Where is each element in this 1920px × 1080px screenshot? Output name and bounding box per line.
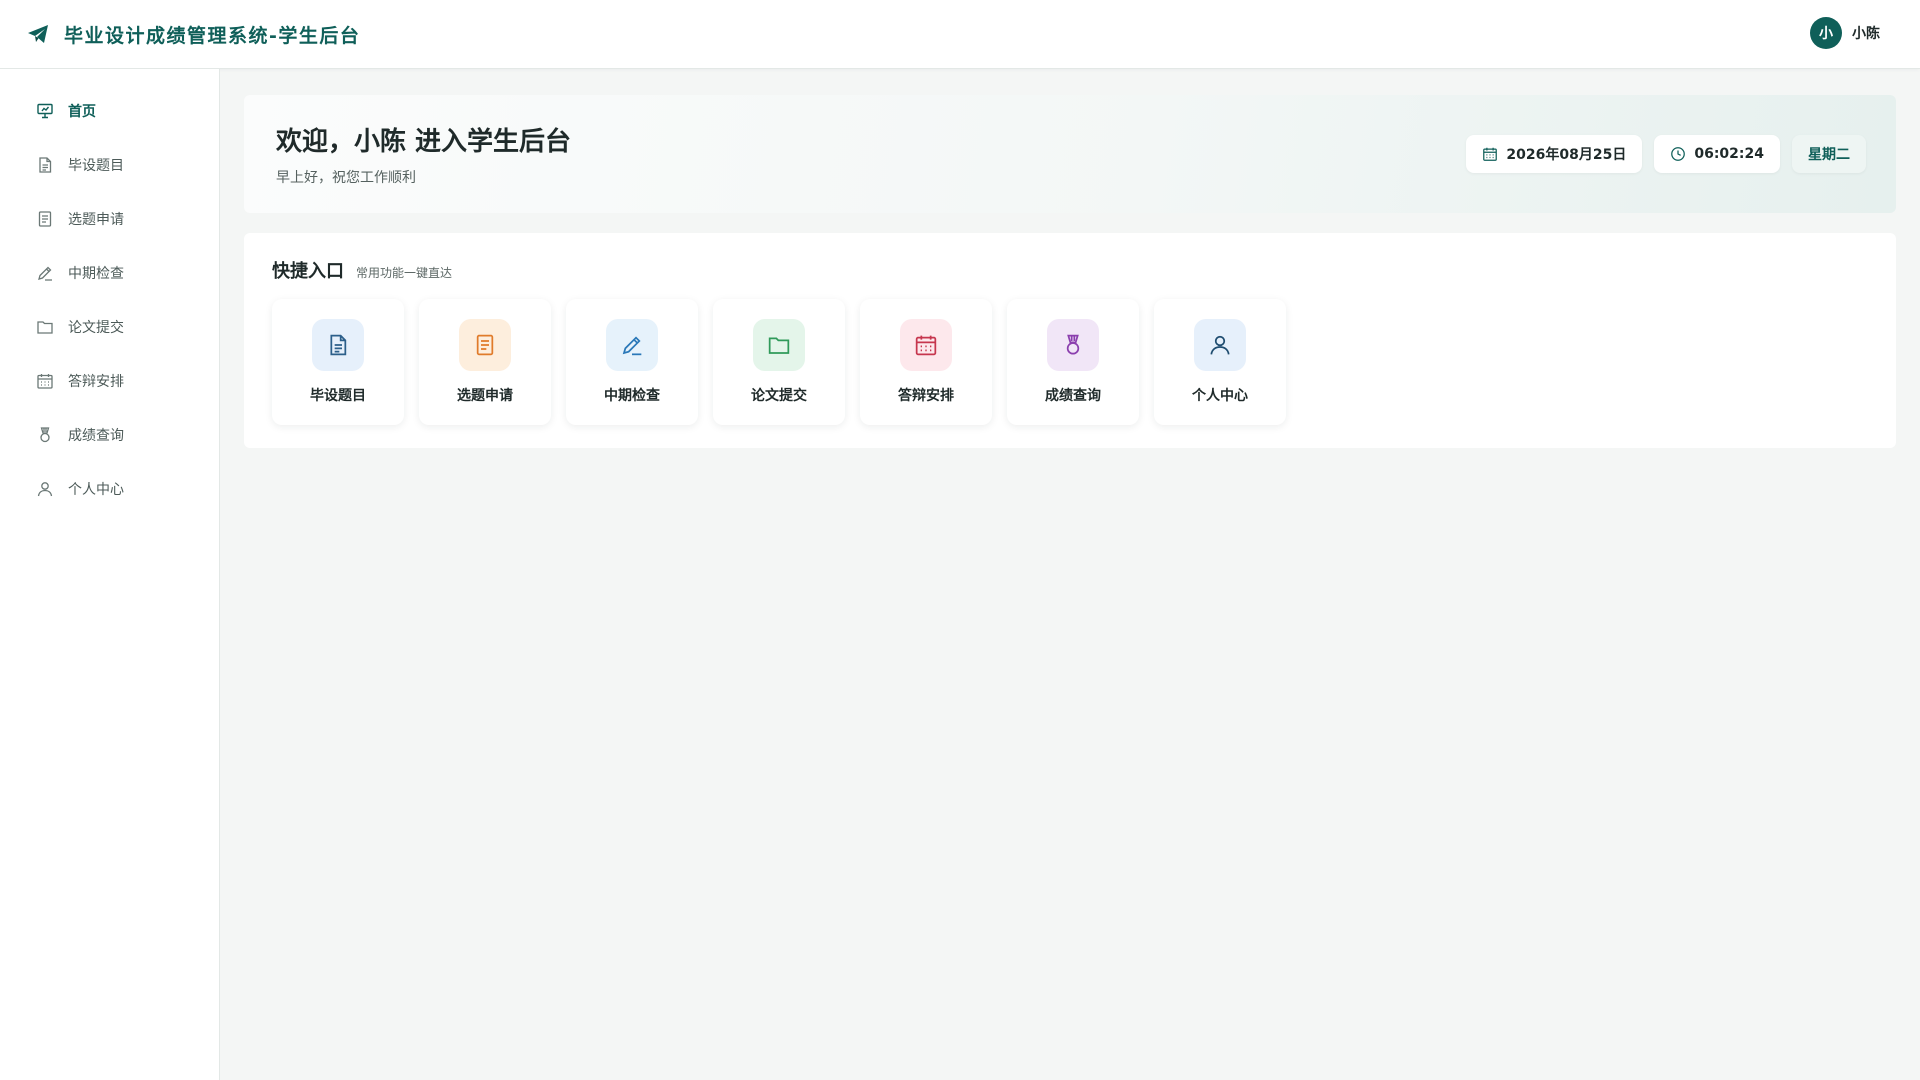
quick-tile-application[interactable]: 选题申请 xyxy=(419,299,551,425)
time-text: 06:02:24 xyxy=(1694,146,1764,162)
quick-tile-profile[interactable]: 个人中心 xyxy=(1154,299,1286,425)
calendar-icon xyxy=(900,319,952,371)
clock-icon xyxy=(1670,146,1686,162)
brand[interactable]: 毕业设计成绩管理系统-学生后台 xyxy=(26,21,360,48)
username[interactable]: 小陈 xyxy=(1852,23,1880,43)
home-icon xyxy=(36,102,54,120)
quick-access-header: 快捷入口 常用功能一键直达 xyxy=(272,257,452,283)
sidebar-item-label: 中期检查 xyxy=(68,266,124,282)
welcome-subtitle: 早上好，祝您工作顺利 xyxy=(276,170,416,186)
quick-access-tiles: 毕设题目 选题申请 中期检查 论文提交 答辩安排 成绩查询 个人中心 xyxy=(272,299,1301,425)
calendar-icon xyxy=(1482,146,1498,162)
sidebar-item-label: 选题申请 xyxy=(68,212,124,228)
form-icon xyxy=(36,210,54,228)
form-icon xyxy=(459,319,511,371)
quick-access-desc: 常用功能一键直达 xyxy=(356,266,453,280)
top-header: 毕业设计成绩管理系统-学生后台 小 小陈 xyxy=(0,0,1920,69)
date-chip: 2026年08月25日 xyxy=(1466,135,1643,173)
folder-icon xyxy=(36,318,54,336)
sidebar-item-defense[interactable]: 答辩安排 xyxy=(0,361,219,401)
quick-tile-midterm[interactable]: 中期检查 xyxy=(566,299,698,425)
pen-icon xyxy=(606,319,658,371)
avatar[interactable]: 小 xyxy=(1810,17,1842,49)
quick-tile-thesis[interactable]: 论文提交 xyxy=(713,299,845,425)
quick-tile-grades[interactable]: 成绩查询 xyxy=(1007,299,1139,425)
sidebar-item-profile[interactable]: 个人中心 xyxy=(0,469,219,509)
sidebar-item-home[interactable]: 首页 xyxy=(0,91,219,131)
quick-tile-label: 论文提交 xyxy=(751,388,807,404)
sidebar-item-application[interactable]: 选题申请 xyxy=(0,199,219,239)
weekday-chip: 星期二 xyxy=(1792,135,1866,173)
paper-plane-icon xyxy=(26,22,50,46)
user-icon xyxy=(36,480,54,498)
user-menu[interactable]: 小 小陈 xyxy=(1810,17,1880,49)
welcome-banner: 欢迎，小陈 进入学生后台 早上好，祝您工作顺利 2026年08月25日 06:0… xyxy=(244,95,1896,213)
sidebar-item-topics[interactable]: 毕设题目 xyxy=(0,145,219,185)
quick-tile-label: 选题申请 xyxy=(457,388,513,404)
sidebar-item-midterm[interactable]: 中期检查 xyxy=(0,253,219,293)
quick-tile-topics[interactable]: 毕设题目 xyxy=(272,299,404,425)
sidebar-item-grades[interactable]: 成绩查询 xyxy=(0,415,219,455)
quick-access-title: 快捷入口 xyxy=(272,261,344,282)
sidebar-item-label: 毕设题目 xyxy=(68,158,124,174)
medal-icon xyxy=(1047,319,1099,371)
date-text: 2026年08月25日 xyxy=(1506,147,1627,163)
sidebar-item-label: 个人中心 xyxy=(68,482,124,498)
quick-tile-label: 中期检查 xyxy=(604,388,660,404)
datetime-chips: 2026年08月25日 06:02:24 星期二 xyxy=(1454,135,1866,173)
sidebar: 首页 毕设题目 选题申请 中期检查 论文提交 答辩安排 成绩查询 个人中心 xyxy=(0,69,220,1080)
calendar-icon xyxy=(36,372,54,390)
pen-icon xyxy=(36,264,54,282)
sidebar-item-label: 首页 xyxy=(68,104,96,120)
quick-tile-label: 成绩查询 xyxy=(1045,388,1101,404)
folder-icon xyxy=(753,319,805,371)
sidebar-item-thesis[interactable]: 论文提交 xyxy=(0,307,219,347)
sidebar-item-label: 论文提交 xyxy=(68,320,124,336)
quick-tile-label: 毕设题目 xyxy=(310,388,366,404)
document-icon xyxy=(36,156,54,174)
time-chip: 06:02:24 xyxy=(1654,135,1780,173)
user-icon xyxy=(1194,319,1246,371)
weekday-text: 星期二 xyxy=(1808,147,1850,163)
document-icon xyxy=(312,319,364,371)
quick-tile-defense[interactable]: 答辩安排 xyxy=(860,299,992,425)
app-title: 毕业设计成绩管理系统-学生后台 xyxy=(64,24,361,47)
welcome-title: 欢迎，小陈 进入学生后台 xyxy=(276,127,572,157)
sidebar-item-label: 成绩查询 xyxy=(68,428,124,444)
medal-icon xyxy=(36,426,54,444)
quick-access-panel: 快捷入口 常用功能一键直达 毕设题目 选题申请 中期检查 论文提交 答辩安排 成… xyxy=(244,233,1896,448)
quick-tile-label: 答辩安排 xyxy=(898,388,954,404)
sidebar-item-label: 答辩安排 xyxy=(68,374,124,390)
quick-tile-label: 个人中心 xyxy=(1192,388,1248,404)
